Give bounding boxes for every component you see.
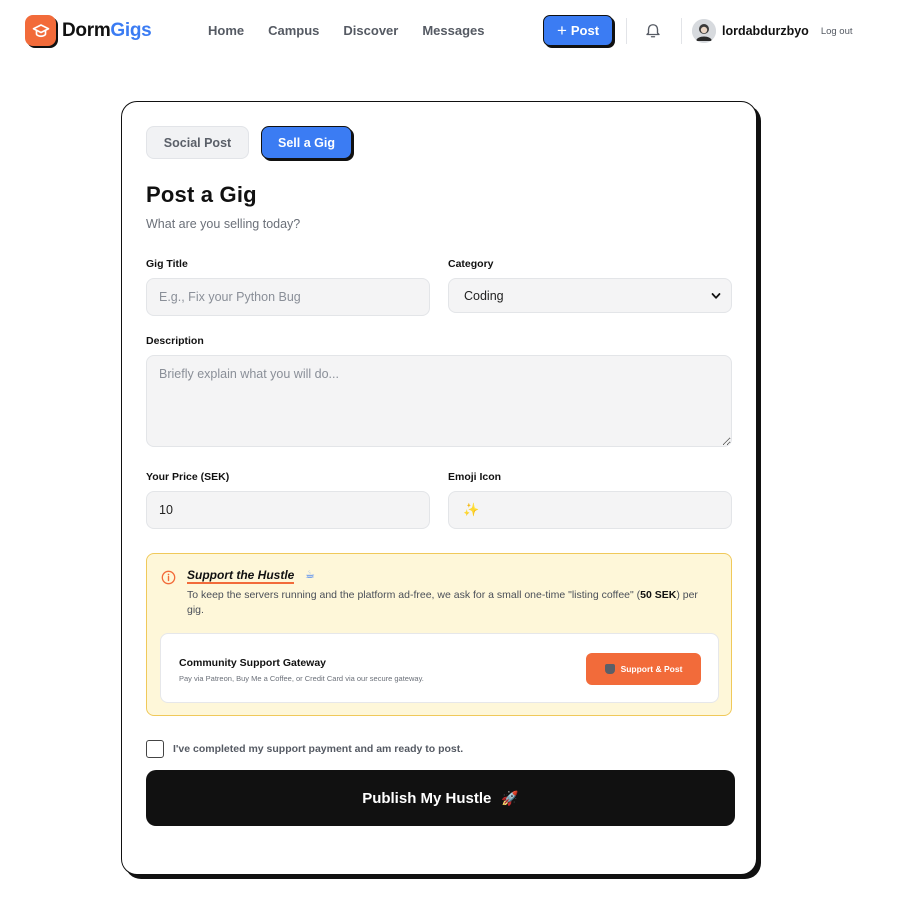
- coffee-icon: ☕: [305, 569, 315, 581]
- nav-links: Home Campus Discover Messages: [208, 23, 485, 38]
- category-label: Category: [448, 258, 494, 270]
- publish-button[interactable]: Publish My Hustle 🚀: [146, 770, 735, 826]
- brand-name: DormGigs: [62, 19, 152, 42]
- nav-divider: [681, 18, 682, 44]
- gateway-subtitle: Pay via Patreon, Buy Me a Coffee, or Cre…: [179, 674, 424, 683]
- page-title: Post a Gig: [146, 182, 257, 207]
- support-confirm-label[interactable]: I've completed my support payment and am…: [173, 743, 463, 755]
- nav-link-campus[interactable]: Campus: [268, 23, 319, 38]
- support-notice: Support the Hustle ☕ To keep the servers…: [146, 553, 732, 716]
- top-nav: DormGigs Home Campus Discover Messages +…: [0, 0, 907, 62]
- bell-icon[interactable]: [644, 21, 662, 39]
- avatar[interactable]: [692, 19, 716, 43]
- category-value: Coding: [464, 288, 504, 303]
- logout-link[interactable]: Log out: [821, 26, 853, 37]
- publish-label: Publish My Hustle: [362, 789, 492, 807]
- logo[interactable]: DormGigs: [25, 15, 152, 46]
- user-menu: lordabdurzbyo Log out: [692, 19, 853, 43]
- support-title: Support the Hustle: [187, 568, 295, 584]
- description-label: Description: [146, 335, 204, 347]
- new-post-label: Post: [570, 23, 600, 38]
- graduation-cap-icon: [25, 15, 56, 46]
- support-and-post-button[interactable]: Support & Post: [586, 653, 701, 685]
- tab-sell-a-gig[interactable]: Sell a Gig: [261, 126, 352, 159]
- brand-name-part2: Gigs: [110, 19, 152, 41]
- support-and-post-label: Support & Post: [620, 664, 683, 674]
- chevron-down-icon: [711, 292, 721, 299]
- plus-icon: +: [556, 21, 567, 40]
- coffee-icon: [604, 664, 615, 674]
- nav-link-discover[interactable]: Discover: [343, 23, 398, 38]
- support-gateway: Community Support Gateway Pay via Patreo…: [160, 633, 719, 703]
- emoji-icon-input[interactable]: ✨: [448, 491, 732, 529]
- page-subtitle: What are you selling today?: [146, 217, 301, 231]
- gateway-title: Community Support Gateway: [179, 657, 327, 669]
- brand-name-part1: Dorm: [62, 19, 111, 41]
- support-text-part1: To keep the servers running and the plat…: [187, 589, 641, 601]
- category-select[interactable]: Coding: [448, 278, 732, 313]
- support-fee: 50 SEK: [640, 589, 677, 601]
- nav-link-home[interactable]: Home: [208, 23, 244, 38]
- support-description: To keep the servers running and the plat…: [187, 588, 717, 618]
- description-textarea[interactable]: [146, 355, 732, 447]
- new-post-button[interactable]: + Post: [543, 15, 613, 46]
- support-confirm-checkbox[interactable]: [146, 740, 164, 758]
- info-icon: [161, 570, 176, 585]
- price-input[interactable]: [146, 491, 430, 529]
- emoji-icon-label: Emoji Icon: [448, 471, 502, 483]
- price-label: Your Price (SEK): [146, 471, 230, 483]
- gig-title-label: Gig Title: [146, 258, 188, 270]
- gig-title-input[interactable]: [146, 278, 430, 316]
- nav-link-messages[interactable]: Messages: [422, 23, 484, 38]
- post-gig-card: Social Post Sell a Gig Post a Gig What a…: [121, 101, 757, 875]
- nav-divider: [626, 18, 627, 44]
- username: lordabdurzbyo: [722, 24, 809, 38]
- sparkles-emoji: ✨: [463, 502, 480, 517]
- rocket-icon: 🚀: [501, 789, 519, 806]
- tab-social-post[interactable]: Social Post: [146, 126, 249, 159]
